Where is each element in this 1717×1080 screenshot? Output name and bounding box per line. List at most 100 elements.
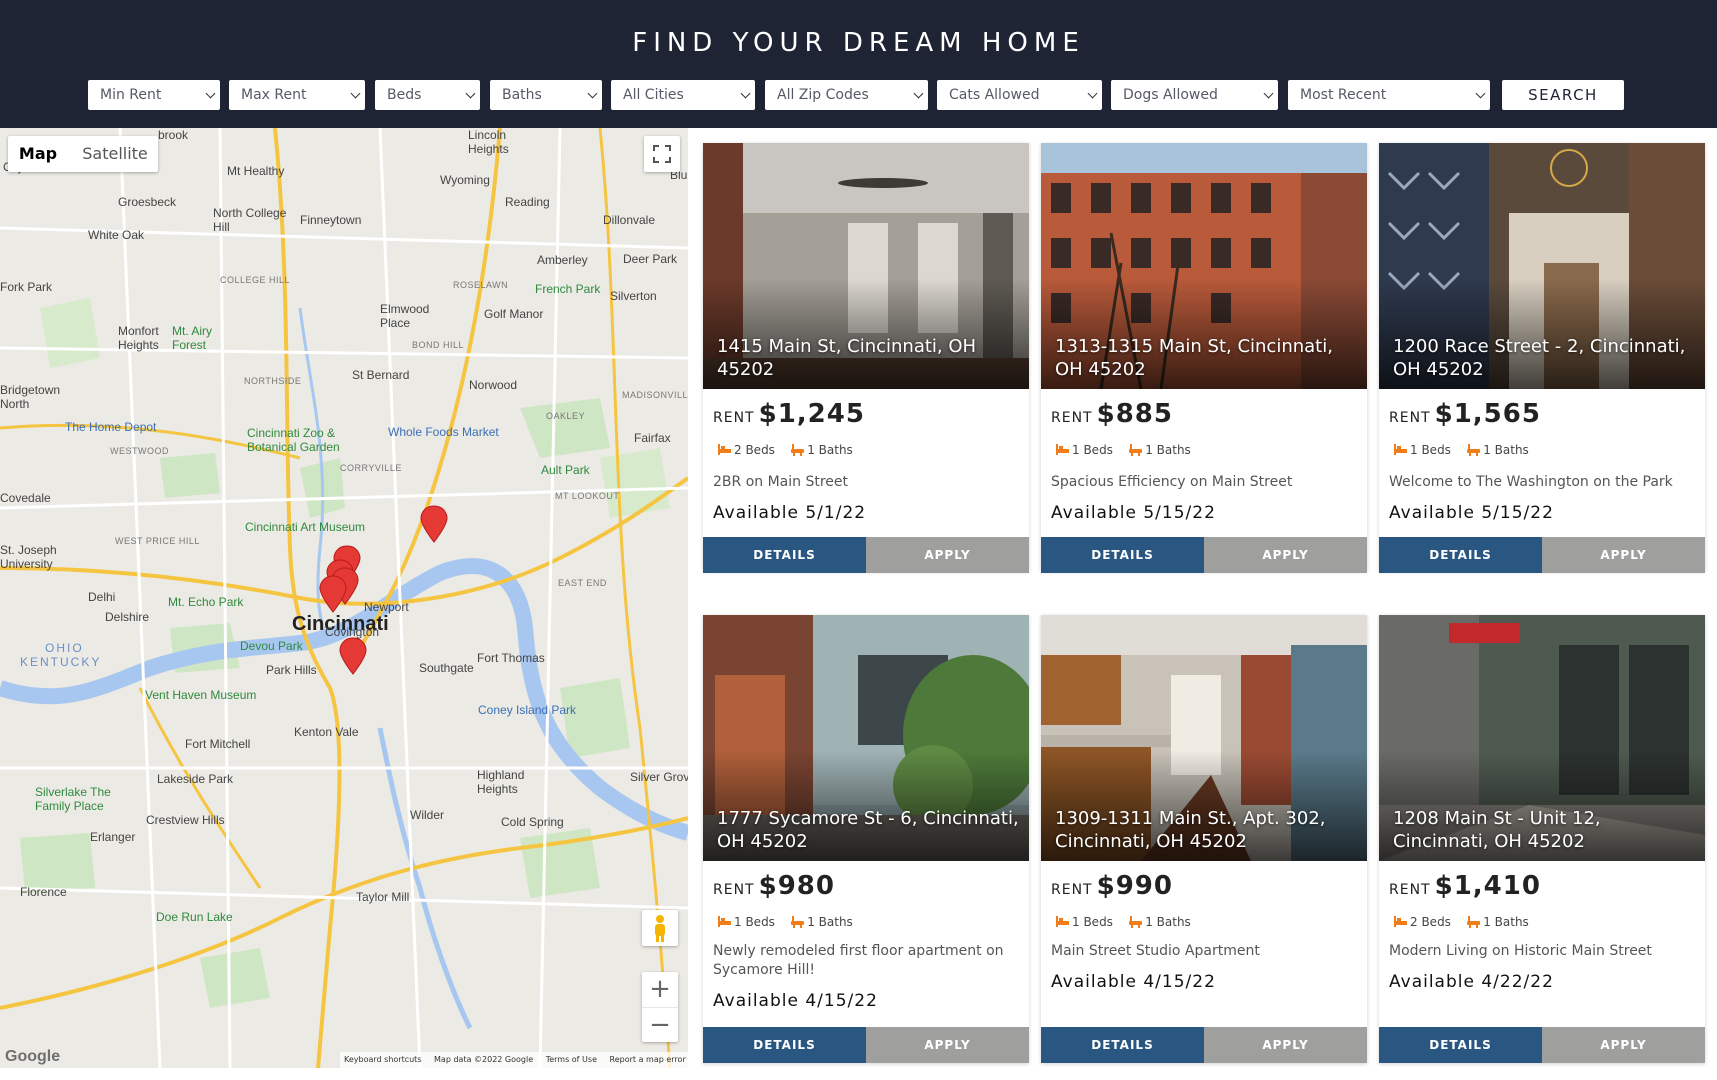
map-label: Elmwood Place <box>380 302 430 330</box>
beds-select[interactable]: Beds <box>375 80 480 110</box>
zoom-out-button[interactable]: − <box>642 1007 678 1042</box>
card-actions: DETAILS APPLY <box>1379 1027 1705 1063</box>
cities-select[interactable]: All Cities <box>611 80 755 110</box>
chevron-down-icon <box>205 88 216 99</box>
map-label: North College Hill <box>213 206 287 234</box>
map-label: Amberley <box>537 253 588 267</box>
rent-amount: $1,565 <box>1434 399 1541 429</box>
listing-photo[interactable]: 1777 Sycamore St - 6, Cincinnati, OH 452… <box>703 615 1029 861</box>
details-button[interactable]: DETAILS <box>703 1027 866 1063</box>
map-label: St Bernard <box>352 368 410 382</box>
baths-count: 1 Baths <box>1145 915 1191 929</box>
sort-select[interactable]: Most Recent <box>1288 80 1490 110</box>
zoom-in-button[interactable]: + <box>642 972 678 1007</box>
listing-card: 1415 Main St, Cincinnati, OH 45202 RENT $… <box>703 143 1029 573</box>
rent-row: RENT $1,410 <box>1389 871 1541 905</box>
min-rent-select[interactable]: Min Rent <box>88 80 220 110</box>
map-label: Silverton <box>610 289 657 303</box>
apply-button[interactable]: APPLY <box>866 1027 1029 1063</box>
card-actions: DETAILS APPLY <box>1041 537 1367 573</box>
listing-card: 1309-1311 Main St., Apt. 302, Cincinnati… <box>1041 615 1367 1063</box>
map-label: Doe Run Lake <box>156 910 233 924</box>
map-label: Southgate <box>419 661 474 675</box>
baths-select-value: Baths <box>502 87 542 103</box>
map-tab[interactable]: Map <box>8 136 68 172</box>
apply-button[interactable]: APPLY <box>1204 1027 1367 1063</box>
map-label: EAST END <box>558 578 607 588</box>
listing-card: 1777 Sycamore St - 6, Cincinnati, OH 452… <box>703 615 1029 1063</box>
map-label: Deer Park <box>623 252 678 266</box>
map-label: Devou Park <box>240 639 303 653</box>
map-label: Cincinnati Art Museum <box>245 520 366 534</box>
google-logo: Google <box>5 1048 61 1065</box>
listing-card: 1313-1315 Main St, Cincinnati, OH 45202 … <box>1041 143 1367 573</box>
listing-photo[interactable]: 1208 Main St - Unit 12, Cincinnati, OH 4… <box>1379 615 1705 861</box>
map-label: KENTUCKY <box>20 655 102 669</box>
map-label: Kenton Vale <box>294 725 359 739</box>
cats-select-value: Cats Allowed <box>949 87 1040 103</box>
map-label: Groesbeck <box>118 195 177 209</box>
listing-photo[interactable]: 1313-1315 Main St, Cincinnati, OH 45202 <box>1041 143 1367 389</box>
apply-button[interactable]: APPLY <box>866 537 1029 573</box>
rent-amount: $885 <box>1096 399 1173 429</box>
zip-codes-select[interactable]: All Zip Codes <box>765 80 928 110</box>
map-label: BOND HILL <box>412 340 465 350</box>
map-label: Park Hills <box>266 663 317 677</box>
satellite-tab[interactable]: Satellite <box>72 136 158 172</box>
listing-description: Newly remodeled first floor apartment on… <box>713 943 1004 978</box>
dogs-select[interactable]: Dogs Allowed <box>1111 80 1278 110</box>
street-view-icon[interactable] <box>642 910 678 946</box>
details-button[interactable]: DETAILS <box>1041 537 1204 573</box>
chevron-down-icon <box>465 88 476 99</box>
terms-link[interactable]: Terms of Use <box>546 1055 597 1064</box>
rent-row: RENT $1,245 <box>713 399 865 433</box>
map-type-control: Map Satellite <box>8 136 158 172</box>
rent-amount: $1,410 <box>1434 871 1541 901</box>
listing-photo[interactable]: 1200 Race Street - 2, Cincinnati, OH 452… <box>1379 143 1705 389</box>
apply-button[interactable]: APPLY <box>1204 537 1367 573</box>
beds-count: 1 Beds <box>1072 443 1113 457</box>
map-label: MT LOOKOUT <box>555 491 620 501</box>
map-label: Finneytown <box>300 213 362 227</box>
cats-select[interactable]: Cats Allowed <box>937 80 1102 110</box>
map-label: ROSELAWN <box>453 280 509 290</box>
details-button[interactable]: DETAILS <box>1379 1027 1542 1063</box>
listing-address: 1313-1315 Main St, Cincinnati, OH 45202 <box>1055 336 1333 380</box>
rent-label: RENT <box>713 882 755 898</box>
keyboard-shortcuts-link[interactable]: Keyboard shortcuts <box>344 1055 421 1064</box>
search-button[interactable]: SEARCH <box>1502 80 1624 110</box>
map-label: Mt Healthy <box>227 164 285 178</box>
details-button[interactable]: DETAILS <box>703 537 866 573</box>
chevron-down-icon <box>350 88 361 99</box>
rent-amount: $990 <box>1096 871 1173 901</box>
map[interactable]: Cincinnati Mt Healthy Lincoln Heights Wy… <box>0 128 688 1068</box>
map-label: Cincinnati Zoo & Botanical Garden <box>247 426 340 454</box>
apply-button[interactable]: APPLY <box>1542 1027 1705 1063</box>
details-button[interactable]: DETAILS <box>1379 537 1542 573</box>
listing-photo[interactable]: 1415 Main St, Cincinnati, OH 45202 <box>703 143 1029 389</box>
baths-count: 1 Baths <box>1483 915 1529 929</box>
listing-photo[interactable]: 1309-1311 Main St., Apt. 302, Cincinnati… <box>1041 615 1367 861</box>
header: FIND YOUR DREAM HOME Min Rent Max Rent B… <box>0 0 1717 128</box>
apply-button[interactable]: APPLY <box>1542 537 1705 573</box>
max-rent-select[interactable]: Max Rent <box>229 80 365 110</box>
zip-codes-select-value: All Zip Codes <box>777 87 869 103</box>
beds-count: 2 Beds <box>734 443 775 457</box>
rent-label: RENT <box>1389 882 1431 898</box>
baths-select[interactable]: Baths <box>490 80 602 110</box>
fullscreen-icon[interactable] <box>644 136 680 172</box>
details-button[interactable]: DETAILS <box>1041 1027 1204 1063</box>
map-label: Fairfax <box>634 431 671 445</box>
report-map-error-link[interactable]: Report a map error <box>610 1055 686 1064</box>
min-rent-select-value: Min Rent <box>100 87 162 103</box>
listing-description: Welcome to The Washington on the Park <box>1389 474 1673 490</box>
map-label: Mt. Echo Park <box>168 595 244 609</box>
map-label: Covedale <box>0 491 51 505</box>
map-data-text: Map data ©2022 Google <box>434 1055 534 1064</box>
cities-select-value: All Cities <box>623 87 684 103</box>
baths-count: 1 Baths <box>807 443 853 457</box>
bed-icon <box>718 444 731 455</box>
beds-count: 1 Beds <box>1410 443 1451 457</box>
listing-address: 1415 Main St, Cincinnati, OH 45202 <box>717 336 977 380</box>
card-actions: DETAILS APPLY <box>703 1027 1029 1063</box>
